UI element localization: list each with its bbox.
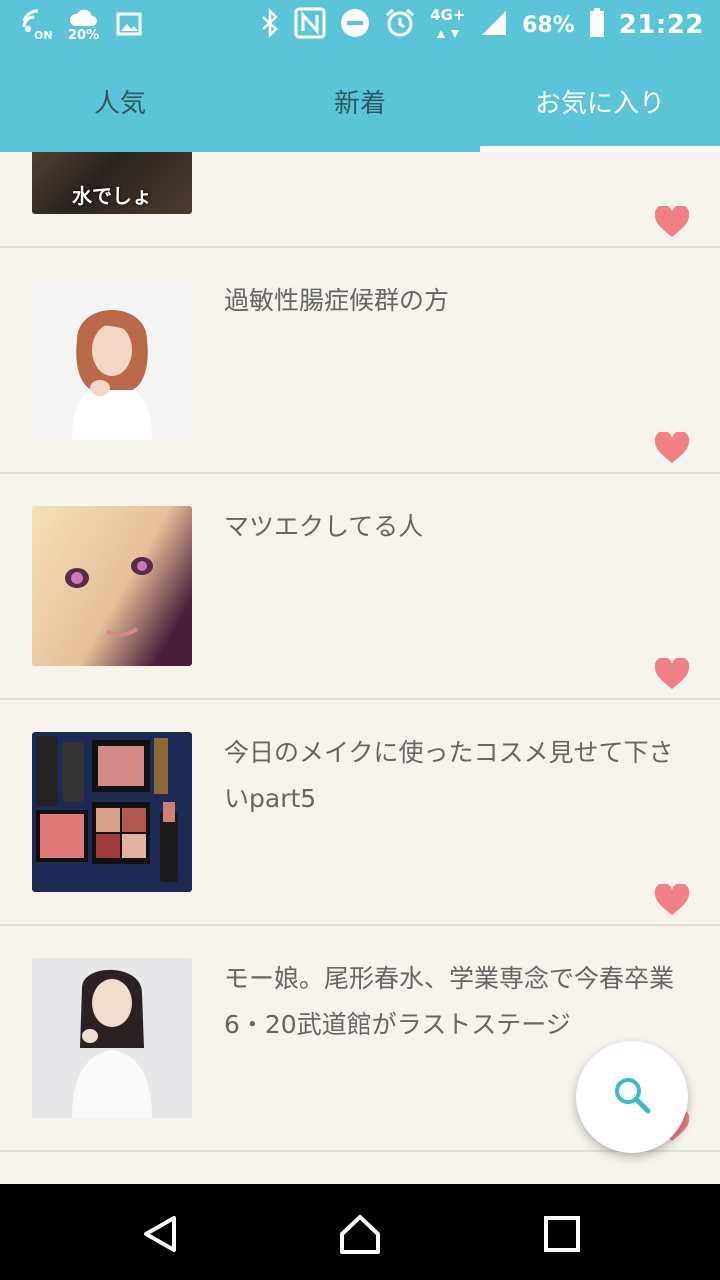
battery-percent: 68% — [522, 12, 575, 38]
alarm-icon — [384, 7, 416, 43]
weather-percent: 20% — [68, 28, 100, 43]
network-type: 4G+ — [430, 6, 466, 44]
item-title: マツエクしてる人 — [224, 512, 424, 541]
list-item[interactable]: 水でしょ — [0, 152, 720, 248]
item-title: 過敏性腸症候群の方 — [224, 286, 450, 315]
clock: 21:22 — [618, 10, 704, 40]
status-bar: ON 20% 4G+ 68% 21:22 — [0, 0, 720, 50]
tab-new[interactable]: 新着 — [240, 50, 480, 152]
signal-icon — [480, 9, 508, 41]
tab-bar: 人気 新着 お気に入り — [0, 50, 720, 152]
thumbnail — [32, 280, 192, 440]
heart-icon[interactable] — [654, 883, 690, 916]
favorites-list: 水でしょ 過敏性腸症候群の方 マツエクしてる人 今日のメイクに使ったコスメ見せて… — [0, 152, 720, 1184]
thumbnail — [32, 506, 192, 666]
thumbnail — [32, 732, 192, 892]
search-button[interactable] — [576, 1041, 688, 1153]
item-title: 今日のメイクに使ったコスメ見せて下さいpart5 — [224, 738, 674, 813]
thumbnail — [32, 958, 192, 1118]
list-item[interactable]: 過敏性腸症候群の方 — [0, 248, 720, 474]
do-not-disturb-icon — [340, 8, 370, 42]
item-title: モー娘。尾形春水、学業専念で今春卒業 6・20武道館がラストステージ — [224, 964, 675, 1039]
list-item[interactable]: 今日のメイクに使ったコスメ見せて下さいpart5 — [0, 700, 720, 926]
navigation-bar — [0, 1184, 720, 1280]
thumbnail-caption: 水でしょ — [72, 184, 152, 208]
tab-favorites[interactable]: お気に入り — [480, 50, 720, 152]
heart-icon[interactable] — [654, 431, 690, 464]
heart-icon[interactable] — [654, 205, 690, 238]
battery-icon — [589, 8, 605, 42]
search-icon — [612, 1075, 652, 1119]
heart-icon[interactable] — [654, 657, 690, 690]
nfc-icon — [294, 7, 326, 43]
recents-icon[interactable] — [540, 1212, 584, 1256]
home-icon[interactable] — [338, 1212, 382, 1256]
image-icon — [116, 12, 142, 40]
back-icon[interactable] — [138, 1212, 182, 1256]
bluetooth-icon — [260, 7, 280, 42]
network-label: 4G+ — [430, 6, 466, 24]
nfc-on-icon: ON — [20, 9, 54, 43]
list-item[interactable]: マツエクしてる人 — [0, 474, 720, 700]
weather-icon: 20% — [68, 8, 102, 44]
nfc-on-label: ON — [34, 29, 53, 42]
thumbnail: 水でしょ — [32, 152, 192, 214]
tab-popular[interactable]: 人気 — [0, 50, 240, 152]
